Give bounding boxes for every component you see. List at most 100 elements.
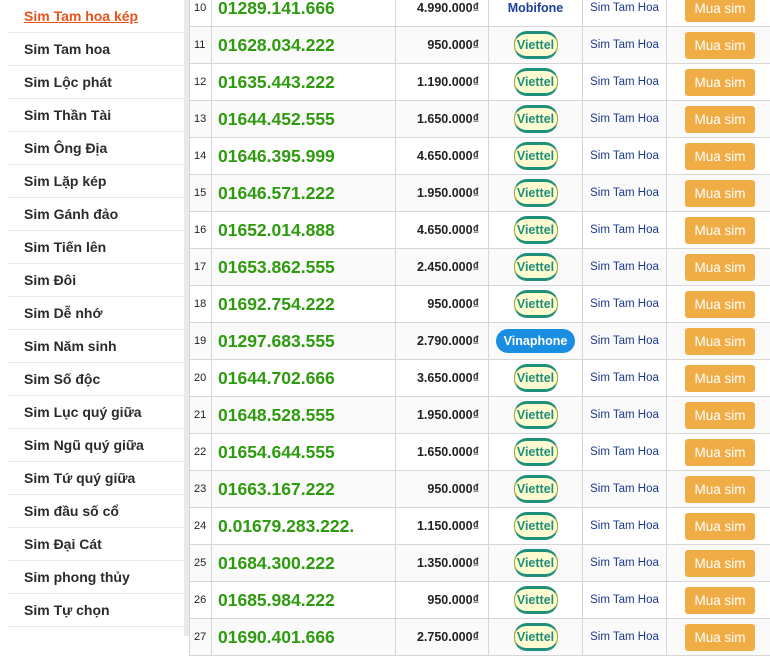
table-row: 1501646.571.2221.950.000₫ViettelSim Tam … bbox=[190, 175, 770, 212]
network-cell: Vinaphone bbox=[489, 323, 583, 360]
sim-number[interactable]: 01692.754.222 bbox=[212, 286, 396, 323]
sim-type[interactable]: Sim Tam Hoa bbox=[583, 397, 667, 434]
sidebar-item[interactable]: Sim Dễ nhớ bbox=[8, 297, 184, 330]
sim-type[interactable]: Sim Tam Hoa bbox=[583, 360, 667, 397]
sim-number[interactable]: 01289.141.666 bbox=[212, 0, 396, 27]
sidebar-item[interactable]: Sim Thần Tài bbox=[8, 99, 184, 132]
buy-sim-button[interactable]: Mua sim bbox=[685, 328, 755, 355]
sidebar-item[interactable]: Sim Tam hoa kép bbox=[8, 0, 184, 33]
sim-price: 1.650.000₫ bbox=[396, 434, 489, 471]
buy-sim-button[interactable]: Mua sim bbox=[685, 32, 755, 59]
sidebar-item[interactable]: Sim Lục quý giữa bbox=[8, 396, 184, 429]
sim-type[interactable]: Sim Tam Hoa bbox=[583, 619, 667, 656]
sidebar-item[interactable]: Sim Đôi bbox=[8, 264, 184, 297]
table-row: 2101648.528.5551.950.000₫ViettelSim Tam … bbox=[190, 397, 770, 434]
buy-cell: Mua sim bbox=[667, 27, 770, 64]
sim-number[interactable]: 01652.014.888 bbox=[212, 212, 396, 249]
network-badge: Viettel bbox=[514, 438, 558, 466]
buy-sim-button[interactable]: Mua sim bbox=[685, 254, 755, 281]
sidebar-item-label: Sim Dễ nhớ bbox=[24, 305, 102, 321]
buy-sim-button[interactable]: Mua sim bbox=[685, 180, 755, 207]
sim-number[interactable]: 01685.984.222 bbox=[212, 582, 396, 619]
sim-type[interactable]: Sim Tam Hoa bbox=[583, 138, 667, 175]
sim-type[interactable]: Sim Tam Hoa bbox=[583, 508, 667, 545]
buy-sim-button[interactable]: Mua sim bbox=[685, 217, 755, 244]
sim-number[interactable]: 01635.443.222 bbox=[212, 64, 396, 101]
buy-sim-button[interactable]: Mua sim bbox=[685, 0, 755, 22]
sidebar-item[interactable]: Sim Số độc bbox=[8, 363, 184, 396]
sim-type[interactable]: Sim Tam Hoa bbox=[583, 27, 667, 64]
sim-number[interactable]: 01646.571.222 bbox=[212, 175, 396, 212]
buy-cell: Mua sim bbox=[667, 508, 770, 545]
sim-number[interactable]: 01644.452.555 bbox=[212, 101, 396, 138]
sim-number[interactable]: 01628.034.222 bbox=[212, 27, 396, 64]
sidebar-item[interactable]: Sim Đại Cát bbox=[8, 528, 184, 561]
sim-type[interactable]: Sim Tam Hoa bbox=[583, 101, 667, 138]
sim-number[interactable]: 01654.644.555 bbox=[212, 434, 396, 471]
network-cell: Viettel bbox=[489, 212, 583, 249]
buy-cell: Mua sim bbox=[667, 101, 770, 138]
row-index: 23 bbox=[190, 471, 212, 508]
row-index: 21 bbox=[190, 397, 212, 434]
sidebar-item-label: Sim Đại Cát bbox=[24, 536, 102, 552]
buy-sim-button[interactable]: Mua sim bbox=[685, 365, 755, 392]
buy-sim-button[interactable]: Mua sim bbox=[685, 143, 755, 170]
network-cell: Viettel bbox=[489, 286, 583, 323]
buy-cell: Mua sim bbox=[667, 64, 770, 101]
sim-type[interactable]: Sim Tam Hoa bbox=[583, 64, 667, 101]
row-index: 13 bbox=[190, 101, 212, 138]
buy-sim-button[interactable]: Mua sim bbox=[685, 439, 755, 466]
sidebar-item-label: Sim Tự chọn bbox=[24, 602, 110, 618]
sidebar-item[interactable]: Sim Ngũ quý giữa bbox=[8, 429, 184, 462]
buy-sim-button[interactable]: Mua sim bbox=[685, 587, 755, 614]
sim-number[interactable]: 01646.395.999 bbox=[212, 138, 396, 175]
sim-number[interactable]: 01653.862.555 bbox=[212, 249, 396, 286]
sim-number[interactable]: 01644.702.666 bbox=[212, 360, 396, 397]
buy-sim-button[interactable]: Mua sim bbox=[685, 291, 755, 318]
sim-type[interactable]: Sim Tam Hoa bbox=[583, 582, 667, 619]
sidebar-item[interactable]: Sim đầu số cổ bbox=[8, 495, 184, 528]
network-badge: Viettel bbox=[514, 105, 558, 133]
sim-number[interactable]: 01684.300.222 bbox=[212, 545, 396, 582]
sidebar-item[interactable]: Sim Lặp kép bbox=[8, 165, 184, 198]
sim-type[interactable]: Sim Tam Hoa bbox=[583, 545, 667, 582]
sidebar-item[interactable]: Sim Tam hoa bbox=[8, 33, 184, 66]
buy-sim-button[interactable]: Mua sim bbox=[685, 513, 755, 540]
buy-sim-button[interactable]: Mua sim bbox=[685, 476, 755, 503]
sidebar-item[interactable]: Sim Ông Địa bbox=[8, 132, 184, 165]
buy-sim-button[interactable]: Mua sim bbox=[685, 550, 755, 577]
sim-type[interactable]: Sim Tam Hoa bbox=[583, 249, 667, 286]
network-badge: Viettel bbox=[514, 290, 558, 318]
sim-type[interactable]: Sim Tam Hoa bbox=[583, 323, 667, 360]
sidebar-item[interactable]: Sim Tứ quý giữa bbox=[8, 462, 184, 495]
sim-price: 4.650.000₫ bbox=[396, 212, 489, 249]
sim-type[interactable]: Sim Tam Hoa bbox=[583, 0, 667, 27]
sim-number[interactable]: 01663.167.222 bbox=[212, 471, 396, 508]
sim-type[interactable]: Sim Tam Hoa bbox=[583, 286, 667, 323]
buy-cell: Mua sim bbox=[667, 138, 770, 175]
sim-type[interactable]: Sim Tam Hoa bbox=[583, 434, 667, 471]
sidebar-item[interactable]: Sim Tiến lên bbox=[8, 231, 184, 264]
buy-sim-button[interactable]: Mua sim bbox=[685, 69, 755, 96]
network-cell: Viettel bbox=[489, 27, 583, 64]
sidebar-item[interactable]: Sim Tự chọn bbox=[8, 594, 184, 627]
row-index: 19 bbox=[190, 323, 212, 360]
sim-type[interactable]: Sim Tam Hoa bbox=[583, 175, 667, 212]
sim-number[interactable]: 01690.401.666 bbox=[212, 619, 396, 656]
sim-number[interactable]: 01648.528.555 bbox=[212, 397, 396, 434]
table-row: 1801692.754.222950.000₫ViettelSim Tam Ho… bbox=[190, 286, 770, 323]
table-row: 1301644.452.5551.650.000₫ViettelSim Tam … bbox=[190, 101, 770, 138]
row-index: 15 bbox=[190, 175, 212, 212]
sidebar-item[interactable]: Sim phong thủy bbox=[8, 561, 184, 594]
sim-number[interactable]: 01297.683.555 bbox=[212, 323, 396, 360]
sidebar-item[interactable]: Sim Lộc phát bbox=[8, 66, 184, 99]
sidebar-item[interactable]: Sim Gánh đảo bbox=[8, 198, 184, 231]
buy-sim-button[interactable]: Mua sim bbox=[685, 106, 755, 133]
sidebar-item[interactable]: Sim Năm sinh bbox=[8, 330, 184, 363]
sim-type[interactable]: Sim Tam Hoa bbox=[583, 471, 667, 508]
sim-type[interactable]: Sim Tam Hoa bbox=[583, 212, 667, 249]
buy-sim-button[interactable]: Mua sim bbox=[685, 402, 755, 429]
network-cell: Viettel bbox=[489, 101, 583, 138]
sim-number[interactable]: 0.01679.283.222. bbox=[212, 508, 396, 545]
buy-sim-button[interactable]: Mua sim bbox=[685, 624, 755, 651]
